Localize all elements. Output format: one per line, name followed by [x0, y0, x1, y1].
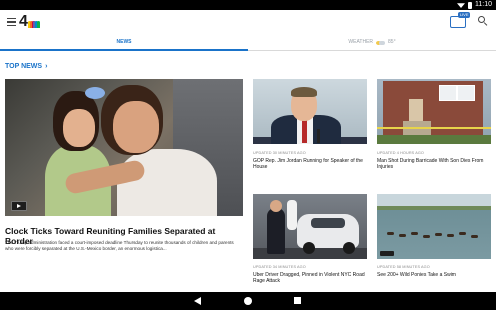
search-icon[interactable]: [478, 16, 488, 27]
system-nav-bar: [0, 292, 496, 310]
story-timestamp: UPDATED 34 MINUTES AGO: [253, 265, 306, 269]
story-headline[interactable]: Man Shot During Barricade With Son Dies …: [377, 158, 489, 171]
recent-apps-icon[interactable]: [294, 297, 301, 304]
story-image-road-rage[interactable]: [253, 194, 367, 259]
tab-weather-label: WEATHER: [348, 39, 374, 45]
story-headline[interactable]: Uber Driver Dragged, Pinned in Violent N…: [253, 272, 365, 285]
menu-icon[interactable]: [7, 18, 16, 26]
story-timestamp: UPDATED 4 HOURS AGO: [377, 151, 424, 155]
wifi-icon: [457, 3, 465, 8]
logo-number: 4: [19, 13, 28, 30]
tab-news[interactable]: NEWS: [0, 34, 248, 51]
story-image-jim-jordan[interactable]: [253, 79, 367, 144]
story-timestamp: UPDATED 58 MINUTES AGO: [377, 265, 430, 269]
live-tv-icon[interactable]: LIVE: [450, 12, 470, 28]
home-icon[interactable]: [244, 297, 252, 305]
peacock-feather: [36, 21, 40, 28]
chevron-right-icon: ›: [45, 63, 48, 70]
video-play-icon[interactable]: [11, 201, 27, 211]
weather-temperature: 85°: [388, 39, 396, 45]
story-image-barricade[interactable]: [377, 79, 491, 144]
nbc4-logo[interactable]: 4: [19, 13, 40, 30]
tab-weather[interactable]: WEATHER 85°: [248, 34, 496, 50]
status-icons: 11:10: [457, 0, 492, 10]
live-badge: LIVE: [458, 12, 470, 18]
battery-icon: [468, 1, 472, 9]
story-timestamp: UPDATED 30 MINUTES AGO: [253, 151, 306, 155]
status-time: 11:10: [475, 1, 492, 8]
story-headline[interactable]: GOP Rep. Jim Jordan Running for Speaker …: [253, 158, 365, 171]
story-headline[interactable]: See 200+ Wild Ponies Take a Swim: [377, 272, 489, 278]
hero-image[interactable]: [5, 79, 243, 216]
nbc-watermark: [380, 251, 394, 256]
tab-bar: NEWS WEATHER 85°: [0, 34, 496, 51]
peacock-icon: [27, 20, 40, 28]
partly-cloudy-icon: [376, 40, 386, 45]
hero-summary: The Trump administration faced a court-i…: [5, 240, 234, 252]
status-bar: 11:10: [0, 0, 496, 10]
app-bar: 4 LIVE: [0, 10, 496, 34]
back-icon[interactable]: [194, 297, 201, 305]
section-title: TOP NEWS: [5, 63, 43, 70]
top-news-header[interactable]: TOP NEWS ›: [5, 63, 47, 70]
story-image-ponies[interactable]: [377, 194, 491, 259]
